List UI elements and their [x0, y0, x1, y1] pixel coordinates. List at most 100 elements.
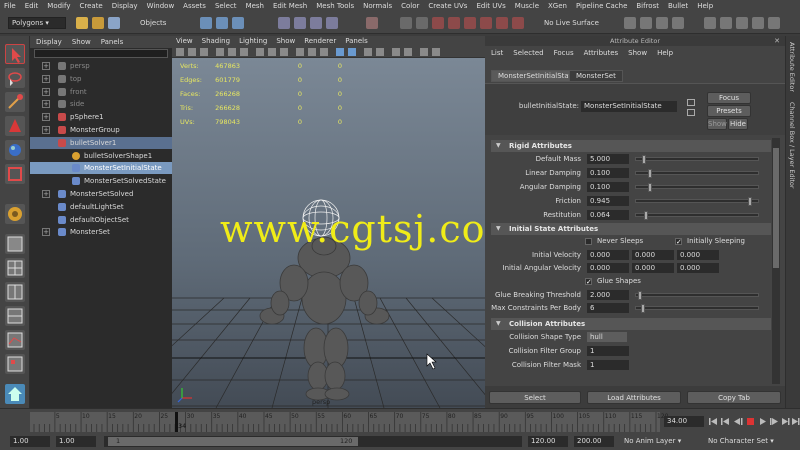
outliner-item[interactable]: defaultObjectSet — [30, 214, 172, 226]
layout-outliner-icon[interactable] — [5, 306, 25, 326]
layout-four-pane-icon[interactable] — [5, 258, 25, 278]
time-slider[interactable]: 5 10 15 20 25 30 35 40 45 50 55 60 65 70 75 80 85 90 95 100… — [0, 408, 800, 434]
playback-start-field[interactable]: 1.00 — [56, 436, 96, 447]
muscle-icon[interactable] — [512, 17, 524, 29]
sidebar-toggle-icon[interactable] — [640, 17, 652, 29]
snap-view-icon[interactable] — [326, 17, 338, 29]
rigid-attr-field[interactable]: 0.100 — [587, 182, 629, 192]
outliner-menu-show[interactable]: Show — [72, 38, 91, 46]
outliner-item[interactable]: + MonsterSetSolved — [30, 188, 172, 200]
camera-icon[interactable] — [496, 17, 508, 29]
layout-icon[interactable] — [736, 17, 748, 29]
hide-button[interactable]: Hide — [728, 118, 748, 130]
node-name-field[interactable]: MonsterSetInitialState — [581, 101, 677, 112]
outliner-item[interactable]: + MonsterSet — [30, 226, 172, 238]
last-tool-icon[interactable] — [5, 204, 25, 224]
attribute-editor-toggle-icon[interactable] — [720, 17, 732, 29]
max-constraints-field[interactable]: 6 — [587, 303, 629, 313]
viewport-menu-view[interactable]: View — [176, 37, 193, 45]
close-icon[interactable]: ✕ — [773, 37, 781, 45]
rigid-attr-field[interactable]: 0.945 — [587, 196, 629, 206]
lasso-tool-icon[interactable] — [5, 68, 25, 88]
snap-curve-icon[interactable] — [294, 17, 306, 29]
expand-icon[interactable]: + — [42, 190, 50, 198]
menu-window[interactable]: Window — [147, 2, 175, 10]
rigid-attr-field[interactable]: 0.064 — [587, 210, 629, 220]
initial-velocity-x[interactable]: 0.000 — [587, 250, 629, 260]
viewport-menu-lighting[interactable]: Lighting — [239, 37, 267, 45]
menu-edit[interactable]: Edit — [25, 2, 39, 10]
snap-grid-icon[interactable] — [278, 17, 290, 29]
outliner-menu-panels[interactable]: Panels — [101, 38, 124, 46]
load-attributes-button[interactable]: Load Attributes — [587, 391, 681, 404]
focus-button[interactable]: Focus — [707, 92, 751, 104]
step-forward-icon[interactable] — [782, 418, 790, 425]
menu-mesh-tools[interactable]: Mesh Tools — [316, 2, 354, 10]
attr-menu-help[interactable]: Help — [657, 49, 673, 57]
never-sleeps-checkbox[interactable] — [585, 238, 592, 245]
initial-angular-z[interactable]: 0.000 — [677, 263, 719, 273]
rigid-attr-slider[interactable] — [635, 197, 759, 206]
select-object-icon[interactable] — [216, 17, 228, 29]
menu-normals[interactable]: Normals — [363, 2, 392, 10]
output-connection-icon[interactable] — [687, 109, 695, 116]
expand-icon[interactable]: + — [42, 126, 50, 134]
go-to-end-icon[interactable] — [792, 418, 800, 425]
viewport-menu-shading[interactable]: Shading — [202, 37, 230, 45]
select-button[interactable]: Select — [489, 391, 581, 404]
layout-hypershade-icon[interactable] — [5, 354, 25, 374]
menu-edit-mesh[interactable]: Edit Mesh — [273, 2, 307, 10]
scale-tool-icon[interactable] — [5, 164, 25, 184]
collision-shape-dropdown[interactable]: hull — [587, 332, 627, 342]
rigid-attr-slider[interactable] — [635, 211, 759, 220]
initial-angular-x[interactable]: 0.000 — [587, 263, 629, 273]
slider-handle[interactable] — [747, 197, 752, 206]
glue-threshold-slider[interactable] — [635, 291, 759, 300]
menu-create-uvs[interactable]: Create UVs — [428, 2, 467, 10]
go-to-start-icon[interactable] — [709, 418, 717, 425]
layout-split-icon[interactable] — [5, 282, 25, 302]
layout-graph-icon[interactable] — [5, 330, 25, 350]
menu-assets[interactable]: Assets — [183, 2, 206, 10]
select-tool-icon[interactable] — [5, 44, 25, 64]
menu-bifrost[interactable]: Bifrost — [636, 2, 659, 10]
menu-select[interactable]: Select — [215, 2, 237, 10]
rigid-attr-field[interactable]: 0.100 — [587, 168, 629, 178]
range-slider-handle[interactable]: 1 120 — [108, 437, 358, 446]
live-surface-label[interactable]: No Live Surface — [544, 17, 614, 29]
outliner-item[interactable]: + MonsterGroup — [30, 124, 172, 136]
attr-menu-selected[interactable]: Selected — [513, 49, 543, 57]
tab-monster-set[interactable]: MonsterSet — [569, 70, 623, 82]
outliner-item[interactable]: + persp — [30, 60, 172, 72]
step-back-key-icon[interactable] — [734, 418, 743, 425]
snap-point-icon[interactable] — [310, 17, 322, 29]
glue-shapes-checkbox[interactable]: ✓ — [585, 278, 592, 286]
outliner-item[interactable]: MonsterSetInitialState — [30, 162, 172, 175]
layout-two-icon[interactable] — [752, 17, 764, 29]
history-icon[interactable] — [366, 17, 378, 29]
render-view-icon[interactable] — [464, 17, 476, 29]
menu-pipeline-cache[interactable]: Pipeline Cache — [576, 2, 627, 10]
menu-help[interactable]: Help — [697, 2, 713, 10]
expand-icon[interactable]: + — [42, 87, 50, 96]
menu-modify[interactable]: Modify — [47, 2, 70, 10]
step-forward-key-icon[interactable] — [770, 418, 778, 425]
expand-icon[interactable]: + — [42, 100, 50, 109]
layout-four-icon[interactable] — [768, 17, 780, 29]
hypershade-icon[interactable] — [448, 17, 460, 29]
input-connection-icon[interactable] — [687, 99, 695, 106]
select-component-icon[interactable] — [232, 17, 244, 29]
rotate-tool-icon[interactable] — [5, 140, 25, 160]
slider-handle[interactable] — [643, 211, 648, 220]
menu-file[interactable]: File — [4, 2, 16, 10]
viewport-menu-renderer[interactable]: Renderer — [304, 37, 336, 45]
attr-menu-list[interactable]: List — [491, 49, 503, 57]
initial-velocity-z[interactable]: 0.000 — [677, 250, 719, 260]
expand-icon[interactable]: + — [42, 113, 50, 122]
current-frame-field[interactable]: 34.00 — [664, 416, 704, 427]
tool-settings-icon[interactable] — [704, 17, 716, 29]
save-scene-icon[interactable] — [108, 17, 120, 29]
rigid-attr-slider[interactable] — [635, 155, 759, 164]
presets-button[interactable]: Presets — [707, 105, 751, 117]
playback-end-field[interactable]: 120.00 — [528, 436, 568, 447]
